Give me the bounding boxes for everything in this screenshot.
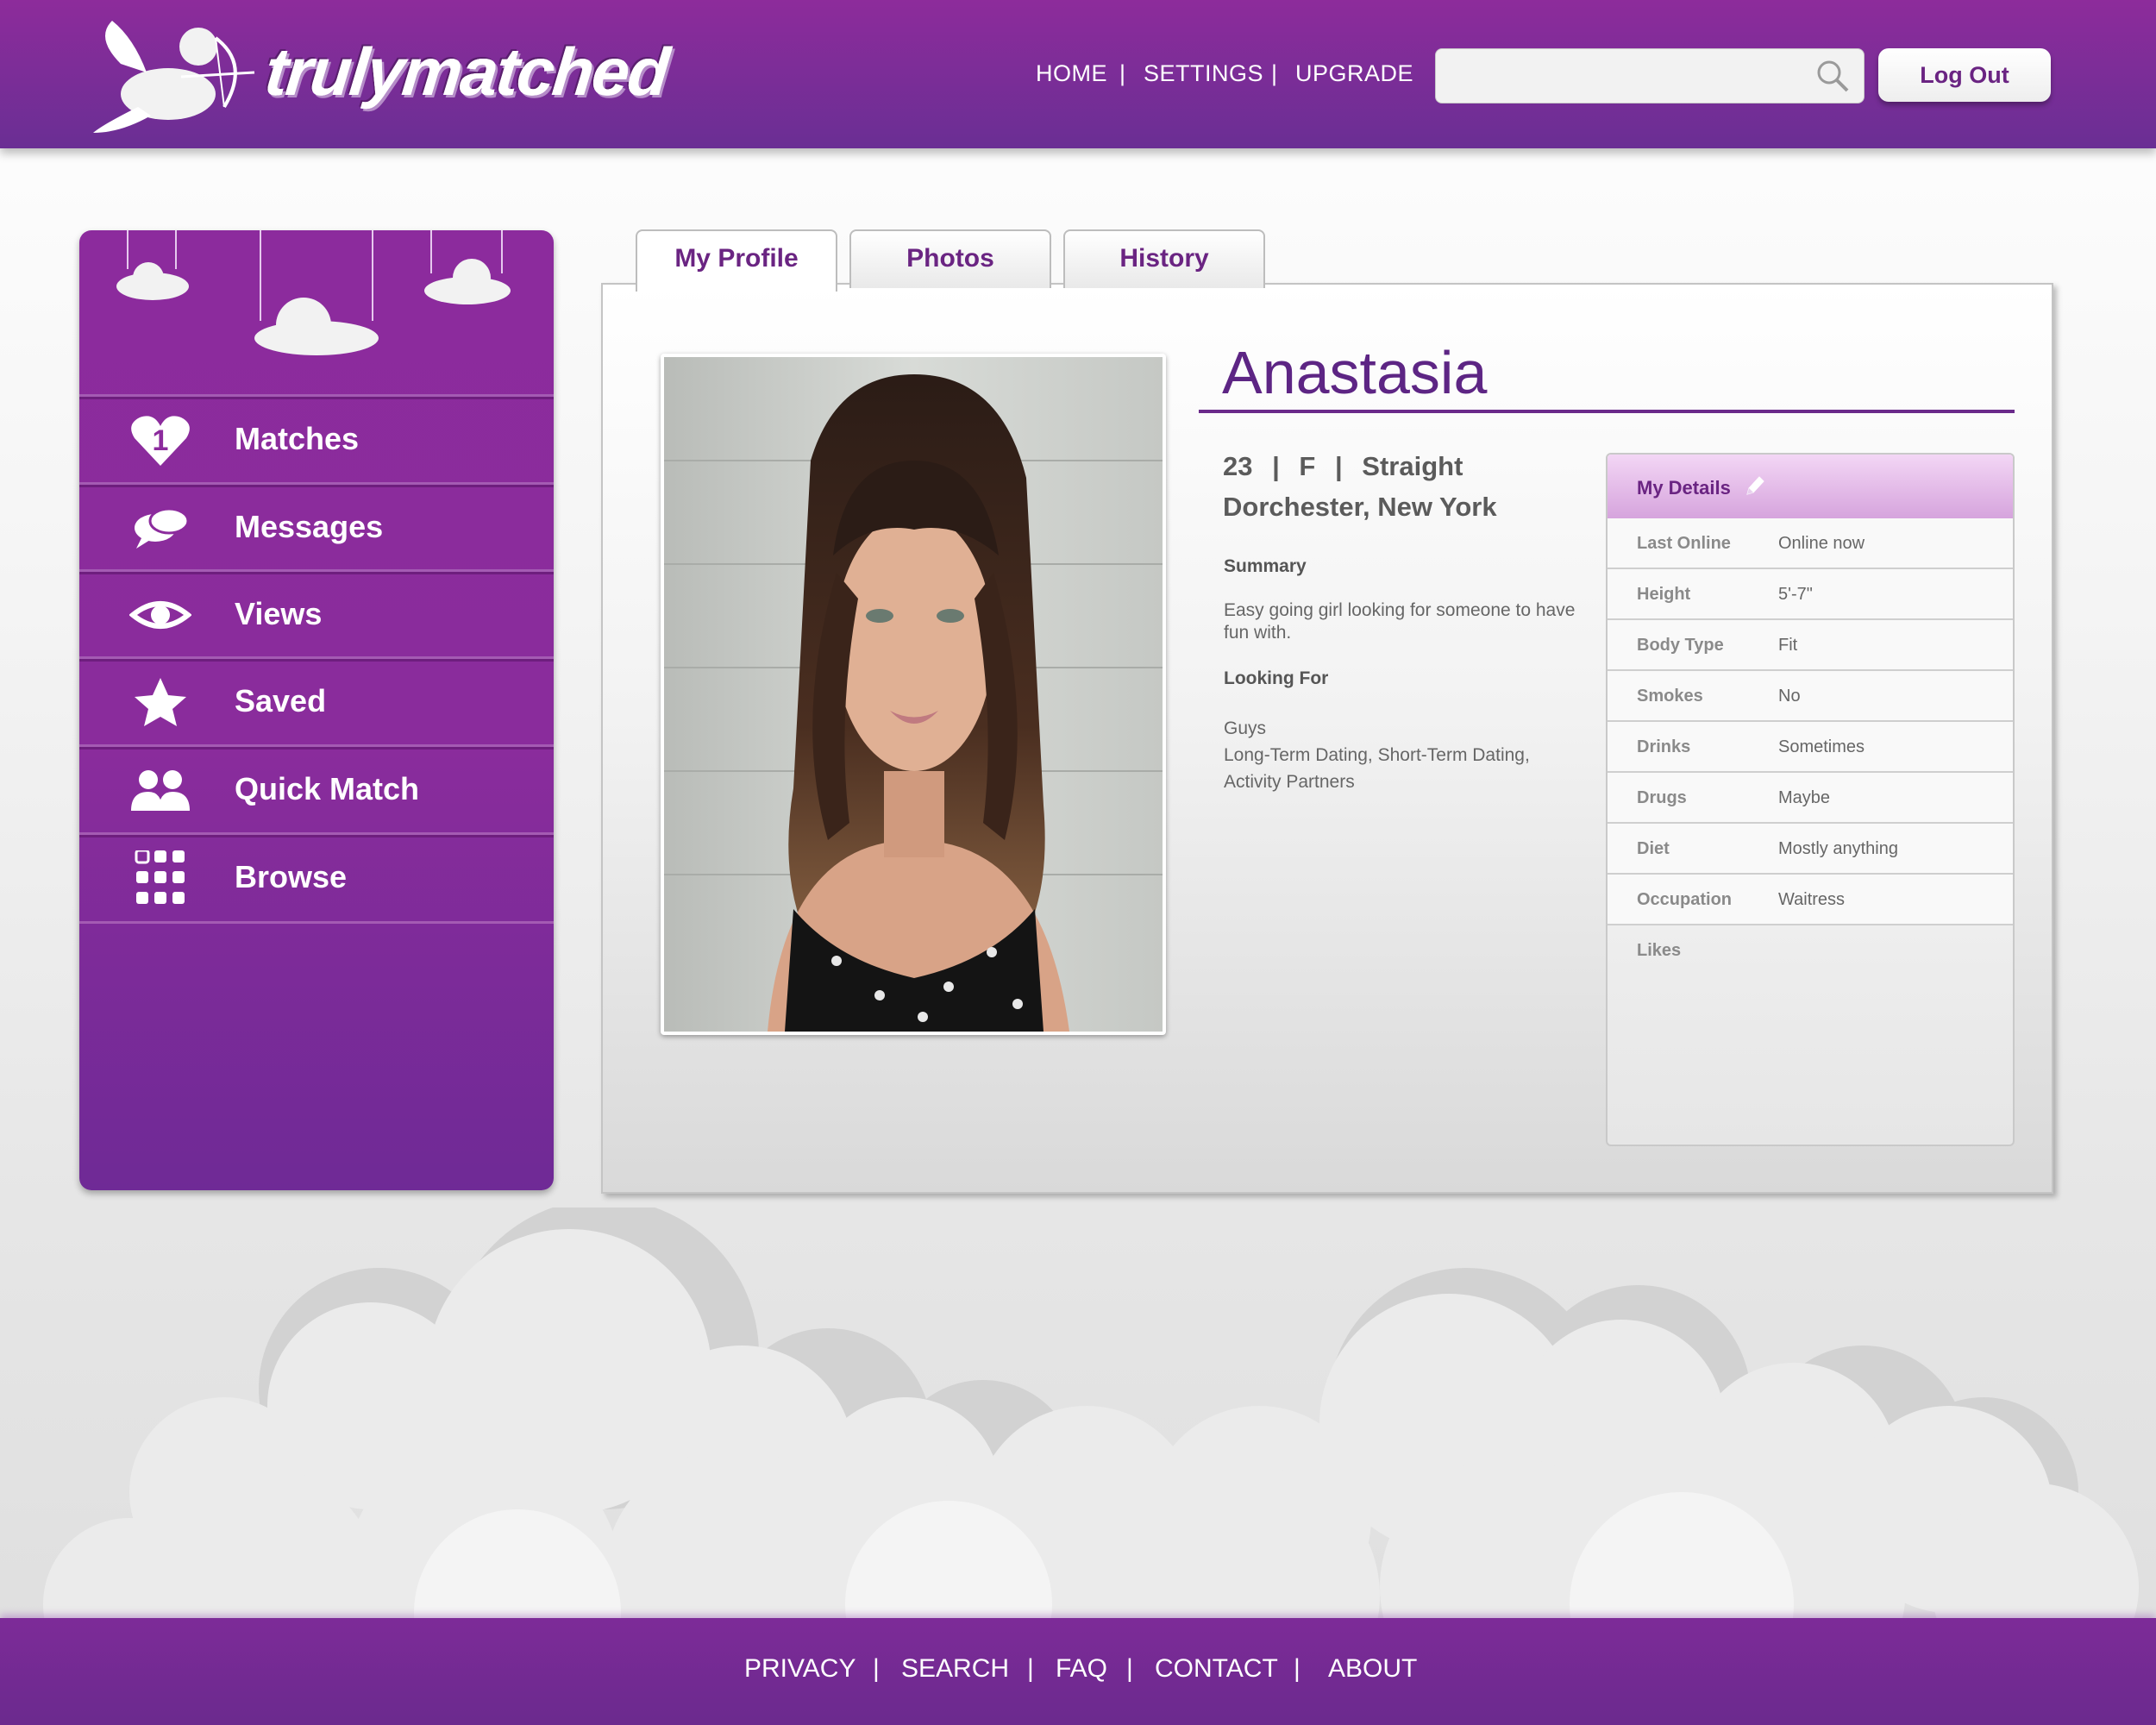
sidebar-item-label: Browse [235, 859, 348, 894]
detail-value: Sometimes [1778, 737, 1865, 756]
profile-name: Anastasia [1222, 339, 1488, 406]
nav-upgrade-link[interactable]: UPGRADE [1295, 60, 1413, 87]
eye-icon [129, 601, 191, 629]
detail-label: Body Type [1637, 636, 1724, 655]
detail-row-likes: Likes [1608, 925, 2013, 1145]
name-divider [1199, 410, 2015, 413]
hanging-clouds-decoration [116, 230, 511, 355]
detail-value: Waitress [1778, 890, 1846, 909]
detail-row-drugs: Drugs Maybe [1608, 773, 2013, 824]
detail-row-height: Height 5'-7" [1608, 569, 2013, 620]
tab-photos[interactable]: Photos [849, 229, 1051, 288]
nav-separator: | [1271, 60, 1278, 86]
looking-for-heading: Looking For [1224, 668, 1329, 688]
sidebar-item-matches[interactable]: 1 Matches [79, 394, 554, 483]
info-separator: | [1334, 451, 1343, 481]
detail-value: Fit [1778, 636, 1798, 655]
sidebar-item-saved[interactable]: Saved [79, 656, 554, 745]
detail-row-last-online: Last Online Online now [1608, 518, 2013, 569]
age-value: 23 [1223, 451, 1253, 481]
sidebar-item-label: Quick Match [235, 771, 420, 806]
sidebar-item-browse[interactable]: Browse [79, 832, 554, 924]
summary-text: Easy going girl looking for someone to h… [1224, 600, 1576, 643]
detail-row-smokes: Smokes No [1608, 671, 2013, 722]
sidebar-item-label: Views [235, 596, 323, 631]
footer-separator: | [1126, 1654, 1133, 1683]
footer-privacy-link[interactable]: PRIVACY [744, 1654, 856, 1684]
sidebar: 1 Matches Messages Views Saved Quick Mat… [79, 230, 554, 1190]
summary-heading: Summary [1224, 556, 1307, 576]
looking-for-types: Long-Term Dating, Short-Term Dating, Act… [1224, 745, 1530, 792]
info-separator: | [1272, 451, 1280, 481]
details-title: My Details [1637, 477, 1731, 499]
detail-label: Height [1637, 585, 1691, 604]
orientation-value: Straight [1362, 451, 1463, 481]
detail-label: Drinks [1637, 737, 1691, 756]
footer-separator: | [1027, 1654, 1034, 1683]
sidebar-item-messages[interactable]: Messages [79, 482, 554, 571]
footer-separator: | [1294, 1654, 1300, 1683]
detail-value: Maybe [1778, 788, 1831, 807]
star-icon [135, 678, 186, 726]
pencil-edit-icon[interactable] [1744, 475, 1764, 498]
detail-row-occupation: Occupation Waitress [1608, 875, 2013, 925]
sidebar-item-label: Matches [235, 421, 360, 456]
basic-info-line: 23 | F | Straight [1223, 451, 1463, 482]
tab-history[interactable]: History [1063, 229, 1265, 288]
detail-value: Mostly anything [1778, 839, 1898, 858]
heart-icon: 1 [131, 416, 190, 466]
detail-label: Smokes [1637, 687, 1703, 706]
sidebar-item-views[interactable]: Views [79, 569, 554, 658]
logo-text[interactable]: trulymatched [261, 33, 671, 111]
search-icon[interactable] [1815, 59, 1850, 93]
footer-separator: | [873, 1654, 880, 1683]
nav-home-link[interactable]: HOME [1036, 60, 1107, 87]
matches-badge-count: 1 [153, 424, 169, 457]
search-input[interactable] [1435, 48, 1865, 104]
detail-row-diet: Diet Mostly anything [1608, 824, 2013, 875]
detail-value: No [1778, 687, 1801, 706]
logout-button[interactable]: Log Out [1878, 48, 2051, 102]
detail-value: 5'-7" [1778, 585, 1813, 604]
detail-label: Drugs [1637, 788, 1687, 807]
footer-about-link[interactable]: ABOUT [1328, 1654, 1417, 1684]
gender-value: F [1299, 451, 1316, 481]
detail-label: Last Online [1637, 534, 1731, 553]
grid-icon [135, 850, 185, 904]
cloud-background-decoration [43, 1208, 2139, 1622]
detail-label: Diet [1637, 839, 1670, 858]
profile-photo[interactable] [664, 357, 1163, 1032]
tab-my-profile[interactable]: My Profile [636, 229, 837, 292]
detail-row-body-type: Body Type Fit [1608, 620, 2013, 671]
detail-label: Likes [1637, 941, 1682, 960]
cupid-logo-icon[interactable] [86, 12, 259, 137]
footer-contact-link[interactable]: CONTACT [1155, 1654, 1278, 1684]
speech-bubbles-icon [135, 507, 190, 549]
looking-for-gender: Guys [1224, 718, 1267, 738]
footer-faq-link[interactable]: FAQ [1056, 1654, 1107, 1684]
sidebar-item-label: Saved [235, 683, 327, 718]
location-text: Dorchester, New York [1223, 492, 1497, 522]
detail-value: Online now [1778, 534, 1865, 553]
people-icon [131, 770, 190, 811]
nav-settings-link[interactable]: SETTINGS [1144, 60, 1263, 87]
sidebar-item-quick-match[interactable]: Quick Match [79, 744, 554, 833]
detail-label: Occupation [1637, 890, 1733, 909]
nav-separator: | [1119, 60, 1126, 86]
sidebar-item-label: Messages [235, 509, 384, 544]
detail-row-drinks: Drinks Sometimes [1608, 722, 2013, 773]
details-card: My Details Last Online Online now Height… [1606, 453, 2015, 1146]
footer-search-link[interactable]: SEARCH [901, 1654, 1009, 1684]
details-header: My Details [1608, 455, 2013, 520]
